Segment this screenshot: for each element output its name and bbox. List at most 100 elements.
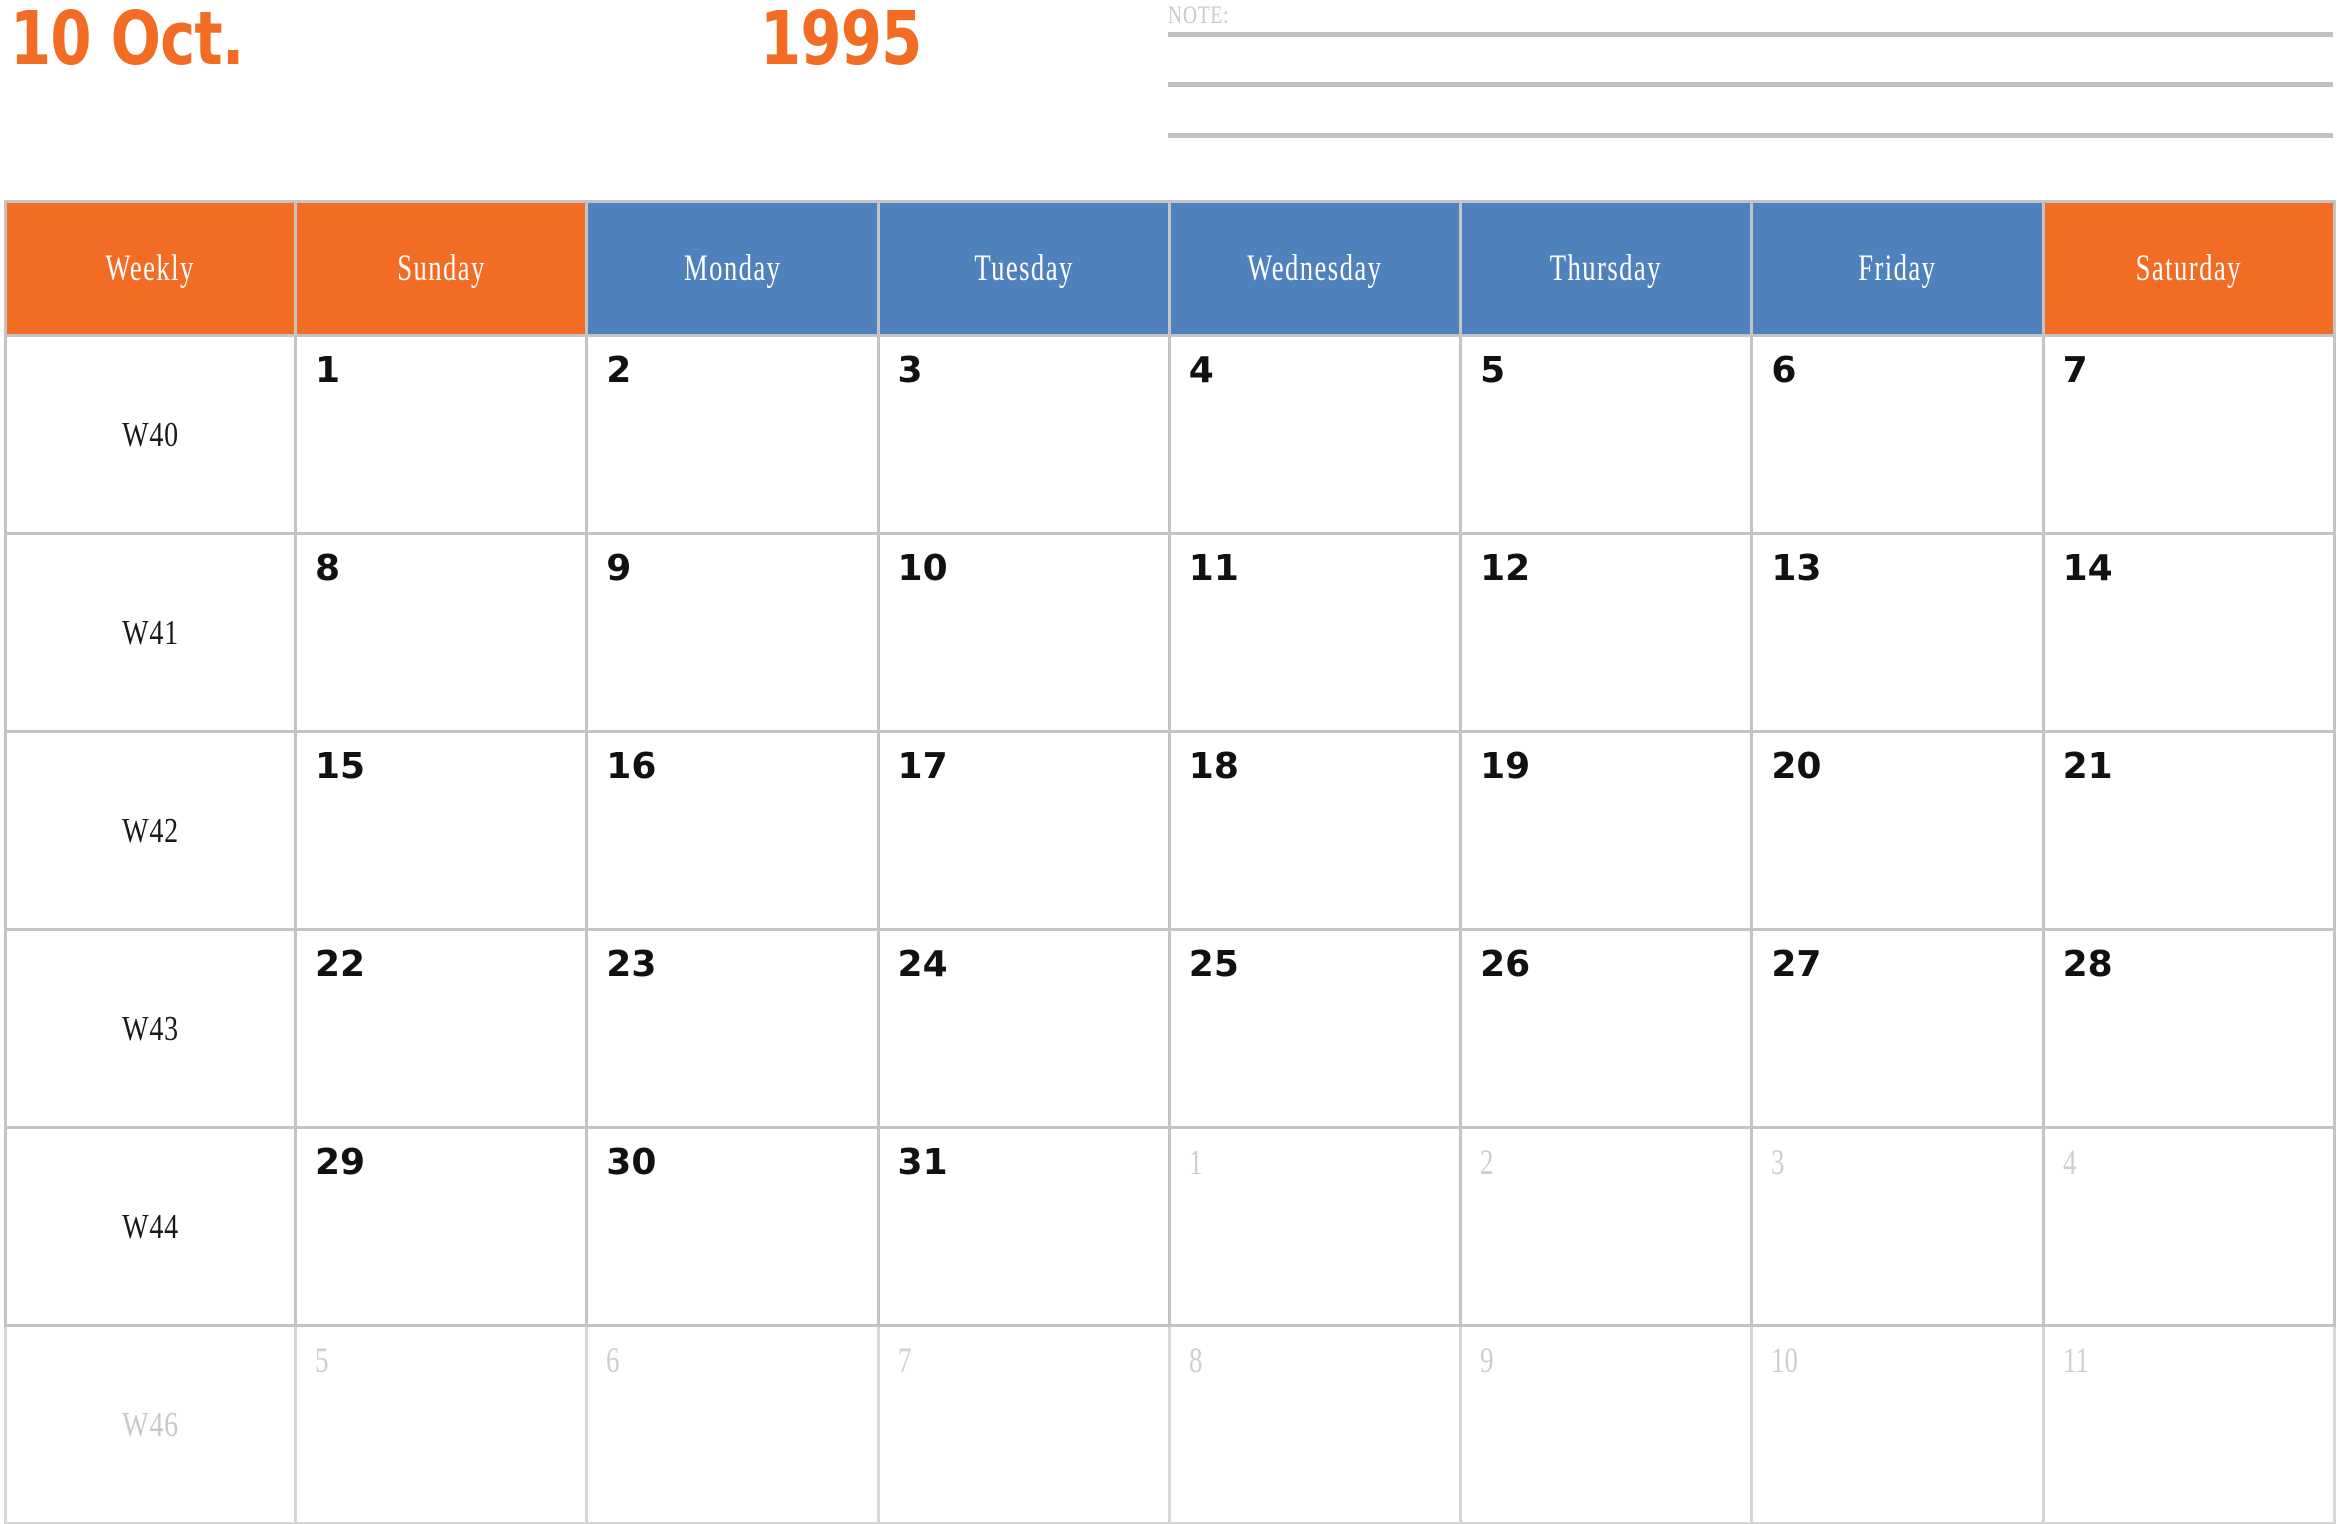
day-cell[interactable]: 6 [1750,334,2045,535]
day-cell[interactable]: 23 [585,928,880,1129]
day-cell[interactable]: 3 [876,334,1171,535]
day-cell[interactable]: 8 [1167,1324,1463,1524]
day-cell[interactable]: 11 [2041,1324,2336,1524]
column-header-wednesday[interactable]: Wednesday [1167,200,1463,337]
column-header-saturday[interactable]: Saturday [2041,200,2336,337]
day-cell[interactable]: 19 [1459,730,1754,931]
week-number-label: W40 [122,414,179,454]
calendar-grid: Weekly Sunday Monday Tuesday Wednesday Thursd… [4,200,2336,1524]
column-header-friday[interactable]: Friday [1750,200,2045,337]
day-cell[interactable]: 22 [293,928,589,1129]
week-number-cell: W40 [4,334,297,535]
day-cell[interactable]: 4 [2041,1126,2336,1327]
day-cell[interactable]: 1 [293,334,589,535]
week-number-cell: W42 [4,730,297,931]
column-header-label: Tuesday [973,248,1074,289]
day-number: 12 [1480,548,1531,589]
note-line[interactable] [1168,82,2333,87]
day-cell[interactable]: 30 [585,1126,880,1327]
day-number: 31 [897,1142,948,1183]
page-title-month: 10 Oct. [10,0,244,82]
calendar-week-row: W40 1 2 3 4 5 6 7 [4,334,2336,535]
calendar-page: 10 Oct. 1995 NOTE: Weekly Sunday Monday Tue… [0,0,2337,1524]
day-number: 8 [315,548,341,589]
day-number: 7 [897,1340,912,1380]
day-cell[interactable]: 8 [293,532,589,733]
day-cell[interactable]: 28 [2041,928,2336,1129]
column-header-monday[interactable]: Monday [585,200,880,337]
day-cell[interactable]: 7 [876,1324,1171,1524]
day-cell[interactable]: 9 [1459,1324,1754,1524]
day-number: 6 [1771,350,1797,391]
column-header-label: Saturday [2135,248,2242,289]
day-cell[interactable]: 14 [2041,532,2336,733]
day-number: 26 [1480,944,1531,985]
day-cell[interactable]: 4 [1167,334,1463,535]
day-number: 3 [1771,1142,1785,1182]
day-number: 21 [2062,746,2113,787]
day-cell[interactable]: 15 [293,730,589,931]
day-cell[interactable]: 9 [585,532,880,733]
note-label: NOTE: [1168,2,1230,29]
day-number: 5 [315,1340,329,1380]
day-cell[interactable]: 17 [876,730,1171,931]
day-cell[interactable]: 29 [293,1126,589,1327]
day-cell[interactable]: 13 [1750,532,2045,733]
day-cell[interactable]: 21 [2041,730,2336,931]
day-number: 4 [2062,1142,2077,1182]
day-cell[interactable]: 10 [1750,1324,2045,1524]
day-number: 10 [897,548,948,589]
day-cell[interactable]: 3 [1750,1126,2045,1327]
day-number: 13 [1771,548,1822,589]
note-line[interactable] [1168,32,2333,37]
day-number: 7 [2062,350,2088,391]
day-cell[interactable]: 10 [876,532,1171,733]
week-number-cell: W41 [4,532,297,733]
calendar-week-row: W43 22 23 24 25 26 27 28 [4,928,2336,1129]
calendar-header-row: Weekly Sunday Monday Tuesday Wednesday Thursd… [4,200,2336,337]
day-cell[interactable]: 26 [1459,928,1754,1129]
calendar-week-row: W42 15 16 17 18 19 20 21 [4,730,2336,931]
day-number: 2 [606,350,632,391]
column-header-label: Wednesday [1247,248,1383,289]
calendar-week-row: W41 8 9 10 11 12 13 14 [4,532,2336,733]
day-cell[interactable]: 20 [1750,730,2045,931]
day-number: 14 [2062,548,2113,589]
day-number: 22 [315,944,366,985]
day-number: 19 [1480,746,1531,787]
day-cell[interactable]: 18 [1167,730,1463,931]
week-number-label: W42 [122,810,179,850]
week-number-cell: W44 [4,1126,297,1327]
column-header-weekly[interactable]: Weekly [4,200,297,337]
week-number-label: W46 [122,1404,179,1444]
column-header-thursday[interactable]: Thursday [1459,200,1754,337]
day-cell[interactable]: 24 [876,928,1171,1129]
page-title-year: 1995 [760,0,922,82]
calendar-week-row: W46 5 6 7 8 9 10 11 [4,1324,2336,1524]
day-cell[interactable]: 27 [1750,928,2045,1129]
day-cell[interactable]: 12 [1459,532,1754,733]
week-number-cell: W46 [4,1324,297,1524]
day-number: 1 [315,350,341,391]
column-header-sunday[interactable]: Sunday [293,200,589,337]
day-cell[interactable]: 7 [2041,334,2336,535]
day-number: 17 [897,746,948,787]
note-line[interactable] [1168,133,2333,138]
day-cell[interactable]: 1 [1167,1126,1463,1327]
day-cell[interactable]: 5 [1459,334,1754,535]
day-cell[interactable]: 31 [876,1126,1171,1327]
day-cell[interactable]: 2 [1459,1126,1754,1327]
day-number: 28 [2062,944,2113,985]
day-cell[interactable]: 6 [585,1324,880,1524]
day-cell[interactable]: 2 [585,334,880,535]
column-header-tuesday[interactable]: Tuesday [876,200,1171,337]
day-number: 9 [1480,1340,1494,1380]
day-cell[interactable]: 25 [1167,928,1463,1129]
day-cell[interactable]: 16 [585,730,880,931]
day-cell[interactable]: 5 [293,1324,589,1524]
day-number: 30 [606,1142,657,1183]
day-cell[interactable]: 11 [1167,532,1463,733]
column-header-label: Weekly [105,248,196,289]
day-number: 24 [897,944,948,985]
day-number: 3 [897,350,923,391]
